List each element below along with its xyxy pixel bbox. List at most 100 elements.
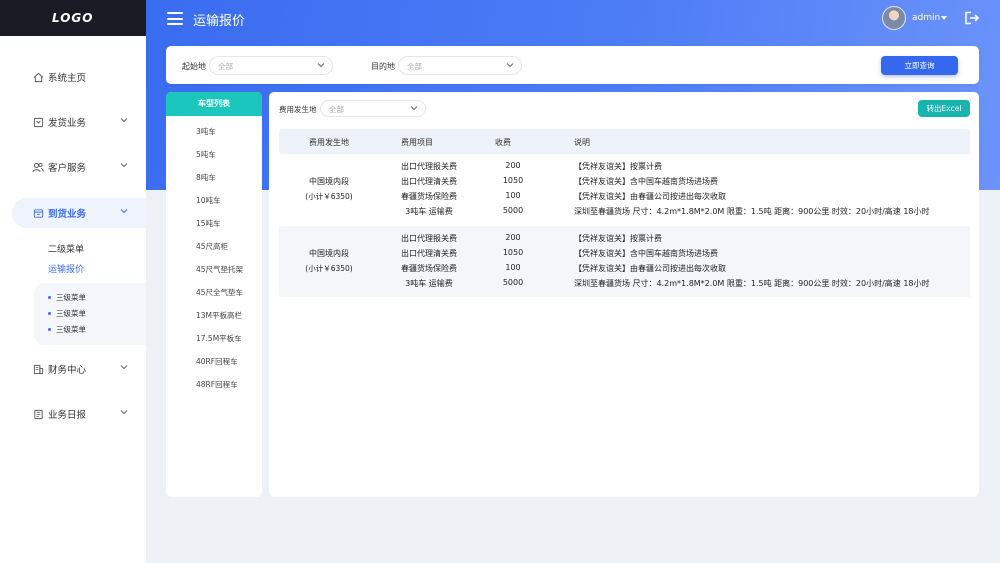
- bullet-icon: [48, 312, 51, 315]
- fee-desc-cell: 【凭祥友谊关】按票计费: [574, 162, 662, 171]
- submenu-label: 三级菜单: [56, 293, 86, 302]
- fee-item-cell: 3吨车 运输费: [405, 207, 453, 216]
- page-title: 运输报价: [193, 14, 246, 29]
- column-header: 收费: [495, 138, 511, 147]
- sidebar-item-customer[interactable]: 客户服务: [12, 152, 146, 182]
- chevron-down-icon: [120, 163, 128, 168]
- submenu-item-transport-quote[interactable]: 运输报价: [48, 262, 84, 275]
- vehicle-list-item[interactable]: 48RF回程车: [196, 379, 238, 390]
- fee-amount-cell: 100: [505, 263, 521, 272]
- origin-label: 起始地: [182, 62, 206, 71]
- chevron-down-icon: [506, 63, 514, 68]
- vehicle-type-list: 车型列表 3吨车 5吨车 8吨车 10吨车 15吨车 45尺高柜 45尺气垫托架…: [166, 92, 262, 497]
- chevron-down-icon: [120, 209, 128, 214]
- region-cell: 中国境内段: [309, 177, 349, 186]
- chevron-down-icon: [410, 106, 418, 111]
- sidebar-item-home[interactable]: 系统主页: [12, 62, 146, 92]
- destination-label: 目的地: [371, 62, 395, 71]
- sidebar-item-label: 财务中心: [48, 365, 87, 376]
- vehicle-list-item[interactable]: 3吨车: [196, 126, 216, 137]
- subtotal-cell: (小计￥6350): [305, 192, 353, 201]
- region-cell: 中国境内段: [309, 249, 349, 258]
- vehicle-list-item[interactable]: 8吨车: [196, 172, 216, 183]
- vehicle-list-item[interactable]: 45尺高柜: [196, 241, 228, 252]
- destination-select[interactable]: 全部: [398, 56, 522, 75]
- vehicle-list-item[interactable]: 13M平板高栏: [196, 310, 242, 321]
- fee-amount-cell: 1050: [502, 248, 524, 257]
- vehicle-list-item[interactable]: 17.5M平板车: [196, 333, 242, 344]
- users-icon: [32, 161, 44, 173]
- menu-toggle-icon[interactable]: [167, 12, 183, 25]
- fee-amount-cell: 200: [505, 161, 521, 170]
- fee-amount-cell: 1050: [502, 176, 524, 185]
- vehicle-list-item[interactable]: 40RF回程车: [196, 356, 238, 367]
- vehicle-list-item[interactable]: 5吨车: [196, 149, 216, 160]
- submenu-label: 三级菜单: [56, 325, 86, 334]
- fee-desc-cell: 【凭祥友谊关】含中国车越南货场进场费: [574, 249, 718, 258]
- submenu-label: 三级菜单: [56, 309, 86, 318]
- vehicle-list-item[interactable]: 15吨车: [196, 218, 221, 229]
- chevron-down-icon: [120, 365, 128, 370]
- filter-bar: 起始地 全部 目的地 全部 立即查询: [166, 46, 979, 84]
- vehicle-list-item[interactable]: 45尺气垫托架: [196, 264, 243, 275]
- sidebar-item-label: 业务日报: [48, 410, 87, 421]
- shipping-icon: [32, 116, 44, 128]
- chevron-down-icon: [317, 63, 325, 68]
- fee-item-cell: 春疆货场保险费: [401, 192, 457, 201]
- sidebar-item-label: 系统主页: [48, 73, 87, 84]
- submenu-level3-item[interactable]: 三级菜单: [48, 292, 86, 303]
- sidebar-item-arrival[interactable]: 到货业务: [12, 198, 146, 228]
- submenu-level3-item[interactable]: 三级菜单: [48, 308, 86, 319]
- fee-desc-cell: 【凭祥友谊关】按票计费: [574, 234, 662, 243]
- table-row-group: 中国境内段 (小计￥6350) 出口代理报关费 200 【凭祥友谊关】按票计费 …: [279, 226, 970, 297]
- fee-desc-cell: 深圳至春疆货场 尺寸：4.2m*1.8M*2.0M 限重：1.5吨 距离：900…: [574, 279, 930, 288]
- logo: LOGO: [52, 11, 94, 25]
- logo-bar: LOGO: [0, 0, 146, 36]
- column-header: 费用项目: [401, 138, 433, 147]
- finance-icon: [32, 363, 44, 375]
- fee-item-cell: 春疆货场保险费: [401, 264, 457, 273]
- location-select-value: 全部: [329, 105, 344, 114]
- fee-item-cell: 出口代理清关费: [401, 249, 457, 258]
- fee-desc-cell: 【凭祥友谊关】含中国车越南货场进场费: [574, 177, 718, 186]
- fee-amount-cell: 200: [505, 233, 521, 242]
- fee-amount-cell: 5000: [502, 278, 524, 287]
- location-select[interactable]: 全部: [320, 100, 426, 117]
- avatar[interactable]: [882, 6, 906, 30]
- fee-desc-cell: 【凭祥友谊关】由春疆公司按进出每次收取: [574, 264, 726, 273]
- quote-panel: 费用发生地 全部 转出Excel 费用发生地 费用项目 收费 说明 中国境内段 …: [269, 92, 979, 497]
- table-header: 费用发生地 费用项目 收费 说明: [279, 129, 970, 154]
- user-name[interactable]: admin: [912, 13, 940, 23]
- fee-desc-cell: 【凭祥友谊关】由春疆公司按进出每次收取: [574, 192, 726, 201]
- vehicle-list-item[interactable]: 45尺全气垫车: [196, 287, 243, 298]
- fee-amount-cell: 100: [505, 191, 521, 200]
- vehicle-list-item[interactable]: 10吨车: [196, 195, 221, 206]
- bullet-icon: [48, 328, 51, 331]
- report-icon: [32, 408, 44, 420]
- chevron-down-icon: [120, 410, 128, 415]
- caret-down-icon[interactable]: [941, 16, 947, 20]
- chevron-down-icon: [120, 118, 128, 123]
- sidebar-item-shipping[interactable]: 发货业务: [12, 107, 146, 137]
- export-excel-button[interactable]: 转出Excel: [918, 100, 970, 117]
- arrival-icon: [32, 207, 44, 219]
- submenu-item[interactable]: 二级菜单: [48, 242, 84, 255]
- fee-item-cell: 出口代理清关费: [401, 177, 457, 186]
- bullet-icon: [48, 296, 51, 299]
- home-icon: [32, 71, 44, 83]
- fee-item-cell: 出口代理报关费: [401, 162, 457, 171]
- vehicle-list-title: 车型列表: [166, 92, 262, 116]
- sidebar: LOGO 系统主页 发货业务 客户服务 到货业务 二级菜单 运输报价 三级菜单 …: [0, 0, 146, 563]
- sidebar-item-label: 到货业务: [48, 209, 87, 220]
- origin-select[interactable]: 全部: [209, 56, 333, 75]
- origin-select-value: 全部: [218, 62, 233, 71]
- sidebar-item-label: 客户服务: [48, 163, 87, 174]
- query-button[interactable]: 立即查询: [881, 56, 958, 75]
- fee-item-cell: 出口代理报关费: [401, 234, 457, 243]
- sidebar-item-finance[interactable]: 财务中心: [12, 354, 146, 384]
- logout-icon[interactable]: [964, 11, 980, 25]
- submenu-level3-item[interactable]: 三级菜单: [48, 324, 86, 335]
- sidebar-item-daily-report[interactable]: 业务日报: [12, 399, 146, 429]
- fee-desc-cell: 深圳至春疆货场 尺寸：4.2m*1.8M*2.0M 限重：1.5吨 距离：900…: [574, 207, 930, 216]
- fee-item-cell: 3吨车 运输费: [405, 279, 453, 288]
